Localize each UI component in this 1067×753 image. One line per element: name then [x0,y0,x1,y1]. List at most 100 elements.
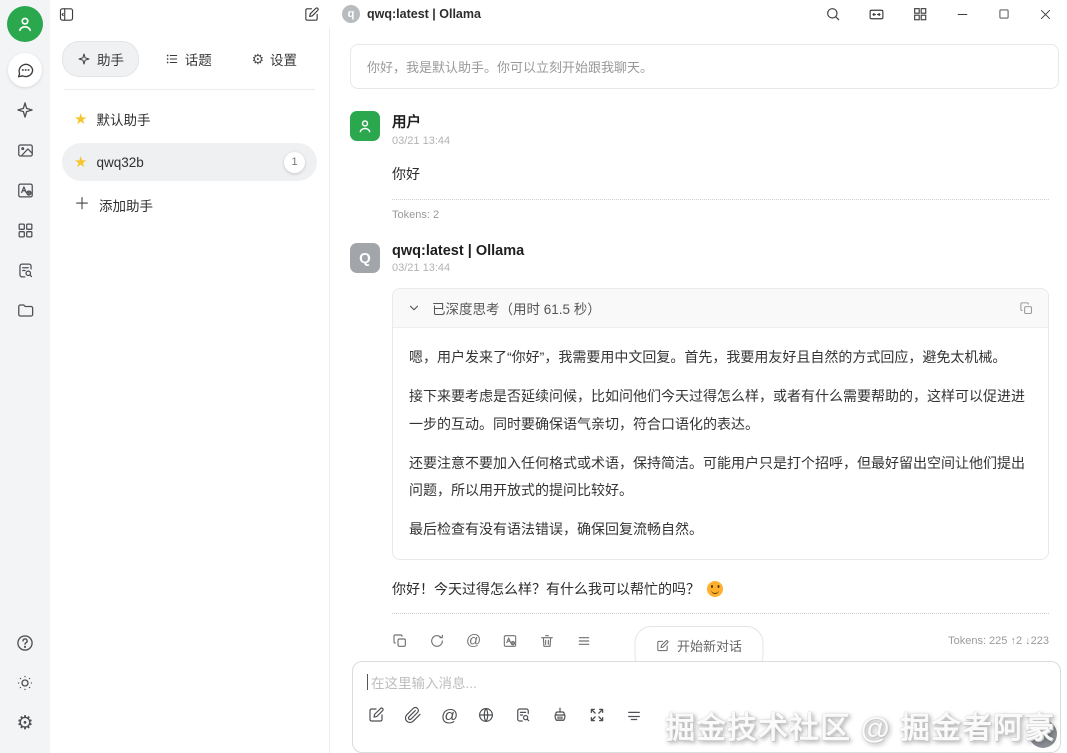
add-assistant-label: 添加助手 [99,199,154,214]
rail-knowledge-button[interactable] [8,253,42,287]
attach-file-button[interactable] [404,706,422,724]
copy-icon [1020,301,1033,314]
regenerate-button[interactable] [429,633,445,649]
thinking-paragraph: 嗯，用户发来了“你好”，我需要用中文回复。首先，我要用友好且自然的方式回应，避免… [409,349,1007,365]
paperclip-icon [404,706,421,724]
maximize-button[interactable] [997,7,1011,21]
tab-topics-label: 话题 [184,53,212,68]
minimize-button[interactable] [955,7,970,22]
copy-message-button[interactable] [392,633,408,649]
rail-images-button[interactable] [8,133,42,167]
model-selector[interactable]: q qwq:latest | Ollama [342,5,481,23]
assistant-message-avatar[interactable]: Q [350,243,380,273]
close-button[interactable] [1038,7,1053,22]
message-meta: qwq:latest | Ollama 03/21 13:44 [392,243,524,274]
rail-translate-button[interactable] [8,173,42,207]
assistant-item-qwq32b[interactable]: ★ qwq32b 1 [62,143,317,181]
delete-message-button[interactable] [539,633,555,649]
titlebar: q qwq:latest | Ollama [50,0,1067,28]
user-avatar[interactable] [7,6,43,42]
tab-assistants-label: 助手 [97,53,124,68]
message-list: 用户 03/21 13:44 你好 Tokens: 2 Q qwq:latest… [330,89,1067,649]
rail-theme-button[interactable] [8,666,42,700]
smile-emoji [707,580,723,597]
sparkle-icon [78,53,90,65]
fullscreen-input-button[interactable] [588,706,606,724]
user-message: 用户 03/21 13:44 你好 Tokens: 2 [350,111,1049,221]
sun-icon [17,675,33,691]
message-body: 已深度思考（用时 61.5 秒） 嗯，用户发来了“你好”，我需要用中文回复。首先… [392,288,1049,649]
chevron-down-icon [409,305,419,311]
chat-footer: 开始新对话 在这里输入消息... @ [330,626,1067,753]
copy-icon [393,634,406,647]
expand-window-icon [869,9,884,19]
menu-icon [578,636,590,645]
compose-icon [656,639,668,651]
rail-chat-button[interactable] [8,53,42,87]
token-count: Tokens: 2 [392,209,440,221]
user-message-avatar[interactable] [350,111,380,141]
rail-miniapps-button[interactable] [8,213,42,247]
more-actions-button[interactable] [576,633,592,649]
tab-topics[interactable]: 话题 [151,42,226,76]
close-icon [1040,9,1051,19]
titlebar-right [825,6,1053,23]
thinking-paragraph: 还要注意不要加入任何格式或术语，保持简洁。可能用户只是打个招呼，但最好留出空间让… [409,454,1025,499]
search-button[interactable] [825,6,841,22]
compose-icon [305,6,319,21]
thinking-header[interactable]: 已深度思考（用时 61.5 秒） [393,289,1048,328]
rail-settings-button[interactable]: ⚙ [8,706,42,740]
expand-window-button[interactable] [868,6,885,23]
message-header: 用户 03/21 13:44 [350,111,1049,147]
rail-assistants-button[interactable] [8,93,42,127]
file-search-icon [517,708,530,722]
collapse-sidebar-button[interactable] [58,6,75,23]
list-icon [166,54,177,64]
rail-files-button[interactable] [8,293,42,327]
send-button[interactable] [1029,720,1057,748]
model-avatar: q [342,5,360,23]
tab-settings[interactable]: ⚙ 设置 [237,42,311,76]
refresh-icon [431,634,443,647]
apps-grid-icon [914,8,927,21]
copy-thinking-button[interactable] [1019,301,1034,316]
clear-context-button[interactable] [551,706,569,724]
expand-arrows-icon [591,708,604,722]
message-input-box[interactable]: 在这里输入消息... @ [352,661,1061,753]
thinking-title: 已深度思考（用时 61.5 秒） [432,302,601,317]
message-body: 你好 Tokens: 2 [392,164,1049,221]
collapse-input-button[interactable] [625,706,643,724]
panel-tabs: 助手 话题 ⚙ 设置 [62,41,317,77]
apps-button[interactable] [912,6,928,22]
translate-message-button[interactable] [502,633,518,649]
mention-model-button[interactable]: @ [466,633,481,648]
message-divider [392,199,1049,200]
new-chat-button[interactable] [303,6,320,23]
new-topic-icon-button[interactable] [367,706,385,724]
add-assistant-button[interactable]: ＋ 添加助手 [62,186,317,224]
maximize-icon [999,9,1009,19]
search-icon [827,8,840,21]
knowledge-base-button[interactable] [514,706,532,724]
assistant-greeting-card: 你好，我是默认助手。你可以立刻开始跟我聊天。 [350,44,1059,89]
assistant-item-default[interactable]: ★ 默认助手 [62,100,317,138]
text-caret [367,674,368,690]
token-count: Tokens: 225 ↑2 ↓223 [948,634,1049,647]
compose-icon [369,707,384,722]
input-line[interactable]: 在这里输入消息... [367,672,1046,692]
star-icon: ★ [74,110,88,128]
star-icon: ★ [74,153,88,171]
gear-icon: ⚙ [251,51,264,67]
thinking-paragraph: 最后检查有没有语法错误，确保回复流畅自然。 [409,521,703,538]
web-search-button[interactable] [477,706,495,724]
message-sender-name: qwq:latest | Ollama [392,243,525,259]
rail-help-button[interactable] [8,626,42,660]
tab-settings-label: 设置 [270,53,297,68]
input-toolbar: @ [367,706,1046,724]
tab-assistants[interactable]: 助手 [62,41,139,77]
mention-button[interactable]: @ [441,707,458,724]
person-icon [19,17,31,32]
thinking-block: 已深度思考（用时 61.5 秒） 嗯，用户发来了“你好”，我需要用中文回复。首先… [392,288,1049,560]
image-icon [17,143,33,157]
chat-bubble-icon [17,63,33,77]
